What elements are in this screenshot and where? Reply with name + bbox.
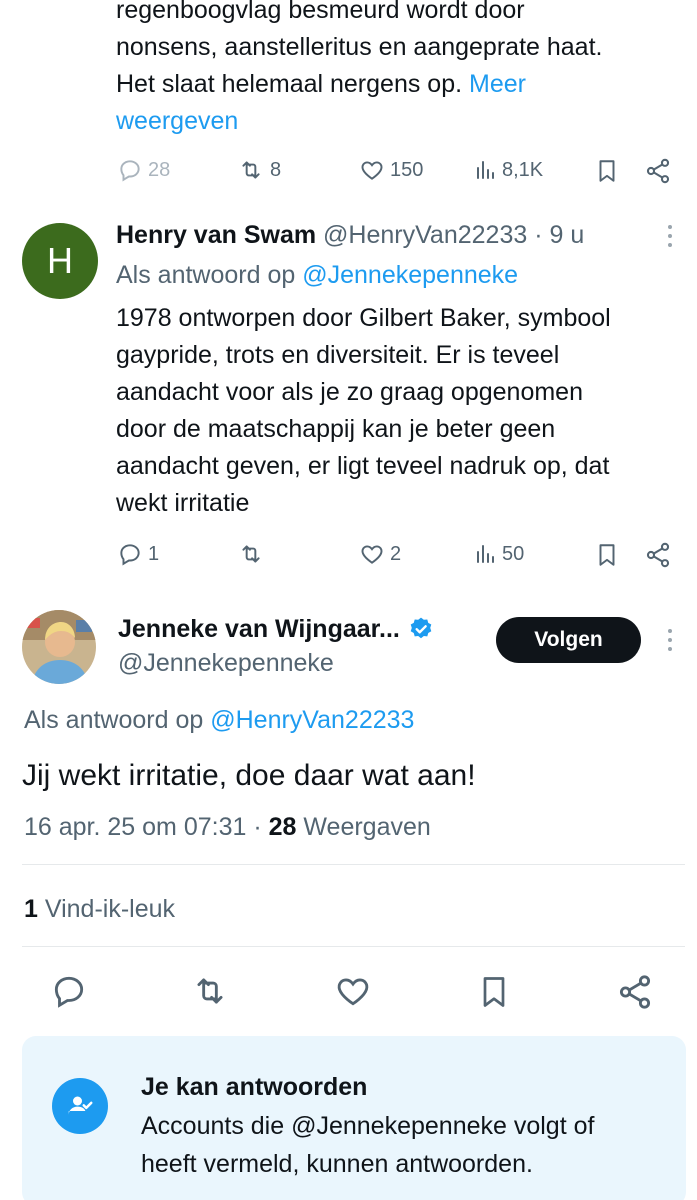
more-icon[interactable] bbox=[668, 225, 672, 247]
main-reply-to-handle[interactable]: @HenryVan22233 bbox=[210, 706, 414, 734]
main-reply-to-prefix: Als antwoord op bbox=[24, 706, 204, 734]
reply-like-action[interactable]: 2 bbox=[358, 541, 401, 567]
main-views-label: Weergaven bbox=[303, 813, 431, 841]
prev-bookmark-action[interactable] bbox=[594, 157, 620, 185]
show-more-link[interactable]: Meer bbox=[469, 70, 526, 98]
reply-header: Henry van Swam @HenryVan22233 · 9 u bbox=[116, 218, 584, 252]
share-icon bbox=[646, 542, 670, 568]
avatar-letter: H bbox=[47, 240, 73, 281]
notice-line-1: Accounts die @Jennekepenneke volgt of bbox=[141, 1112, 595, 1140]
views-icon bbox=[477, 161, 494, 179]
reply-text-line-3: aandacht voor als je zo graag opgenomen bbox=[116, 378, 583, 406]
divider-bottom bbox=[22, 946, 685, 947]
reply-to-prefix: Als antwoord op bbox=[116, 261, 296, 289]
notice-line-2: heeft vermeld, kunnen antwoorden. bbox=[141, 1150, 533, 1178]
reply-retweet-action[interactable] bbox=[236, 541, 266, 567]
reply-views-count: 50 bbox=[502, 542, 525, 565]
avatar-photo bbox=[22, 610, 96, 684]
person-check-icon bbox=[52, 1078, 108, 1134]
main-retweet-action[interactable] bbox=[190, 972, 230, 1010]
reply-icon bbox=[120, 160, 140, 182]
heart-icon bbox=[337, 978, 369, 1006]
verified-badge-icon bbox=[410, 617, 432, 639]
main-like-count: 1 bbox=[24, 895, 38, 923]
prev-views-count: 8,1K bbox=[502, 158, 544, 181]
bookmark-icon bbox=[599, 544, 615, 566]
reply-share-action[interactable] bbox=[644, 541, 672, 569]
main-share-action[interactable] bbox=[616, 972, 654, 1012]
more-icon[interactable] bbox=[668, 629, 672, 651]
reply-reply-count: 1 bbox=[148, 542, 160, 565]
reply-text-line-1: 1978 ontworpen door Gilbert Baker, symbo… bbox=[116, 304, 611, 332]
prev-tweet-line-3-text: Het slaat helemaal nergens op. bbox=[116, 70, 463, 98]
prev-tweet-line-2: nonsens, aanstelleritus en aangeprate ha… bbox=[116, 33, 603, 61]
views-icon bbox=[477, 545, 494, 563]
share-icon bbox=[646, 158, 670, 184]
bookmark-icon bbox=[599, 160, 615, 182]
main-separator: · bbox=[253, 813, 262, 841]
main-bookmark-action[interactable] bbox=[476, 972, 512, 1012]
heart-icon bbox=[361, 161, 383, 180]
reply-bookmark-action[interactable] bbox=[594, 541, 620, 569]
retweet-icon bbox=[197, 978, 223, 1004]
prev-retweet-count: 8 bbox=[270, 158, 282, 181]
prev-tweet-line-3: Het slaat helemaal nergens op. Meer bbox=[116, 66, 526, 104]
reply-text-line-6: wekt irritatie bbox=[116, 489, 250, 517]
reply-reply-action[interactable]: 1 bbox=[116, 541, 159, 567]
prev-reply-action[interactable]: 28 bbox=[116, 157, 170, 183]
main-author-line: Jenneke van Wijngaar... bbox=[118, 612, 434, 646]
main-view-count: 28 bbox=[268, 813, 297, 841]
retweet-icon bbox=[242, 161, 260, 179]
main-likes-label: Vind-ik-leuk bbox=[44, 895, 176, 923]
reply-time[interactable]: 9 u bbox=[550, 221, 585, 249]
reply-icon bbox=[120, 544, 140, 566]
reply-text-line-5: aandacht geven, er ligt teveel nadruk op… bbox=[116, 452, 610, 480]
main-like-action[interactable] bbox=[334, 972, 372, 1010]
prev-share-action[interactable] bbox=[644, 157, 672, 185]
heart-icon bbox=[361, 545, 383, 564]
reply-author-name[interactable]: Henry van Swam bbox=[116, 221, 316, 249]
reply-icon bbox=[54, 976, 84, 1008]
main-tweet-text: Jij wekt irritatie, doe daar wat aan! bbox=[22, 759, 476, 792]
prev-retweet-action[interactable]: 8 bbox=[236, 157, 281, 183]
avatar-jenneke[interactable] bbox=[22, 610, 96, 684]
main-reply-to-line: Als antwoord op @HenryVan22233 bbox=[24, 703, 414, 737]
reply-text-line-2: gaypride, trots en diversiteit. Er is te… bbox=[116, 341, 560, 369]
bookmark-icon bbox=[483, 977, 505, 1007]
reply-author-handle[interactable]: @HenryVan22233 bbox=[323, 221, 527, 249]
follow-button[interactable]: Volgen bbox=[496, 617, 641, 663]
main-author-handle[interactable]: @Jennekepenneke bbox=[118, 646, 334, 680]
prev-like-action[interactable]: 150 bbox=[358, 157, 423, 183]
show-more-link-cont[interactable]: weergeven bbox=[116, 103, 238, 141]
reply-to-line: Als antwoord op @Jennekepenneke bbox=[116, 258, 518, 292]
reply-restriction-notice: Je kan antwoorden Accounts die @Jennekep… bbox=[22, 1036, 686, 1200]
divider-top bbox=[22, 864, 685, 865]
reply-views-action[interactable]: 50 bbox=[474, 541, 524, 567]
notice-title: Je kan antwoorden bbox=[141, 1073, 368, 1101]
reply-to-handle[interactable]: @Jennekepenneke bbox=[302, 261, 518, 289]
reply-like-count: 2 bbox=[390, 542, 402, 565]
reply-separator: · bbox=[534, 221, 543, 249]
prev-reply-count: 28 bbox=[148, 158, 171, 181]
avatar-henry[interactable]: H bbox=[22, 223, 98, 299]
like-count-line[interactable]: 1 Vind-ik-leuk bbox=[24, 892, 175, 926]
main-reply-action[interactable] bbox=[50, 972, 88, 1010]
prev-like-count: 150 bbox=[390, 158, 424, 181]
share-icon bbox=[619, 975, 651, 1009]
main-timestamp[interactable]: 16 apr. 25 om 07:31 bbox=[24, 813, 246, 841]
reply-text-line-4: door de maatschappij kan je beter geen bbox=[116, 415, 556, 443]
main-tweet-meta: 16 apr. 25 om 07:31 · 28 Weergaven bbox=[24, 810, 431, 844]
prev-tweet-line-1: regenboogvlag besmeurd wordt door bbox=[116, 0, 525, 24]
main-author-name[interactable]: Jenneke van Wijngaar... bbox=[118, 612, 400, 646]
retweet-icon bbox=[242, 545, 260, 563]
prev-views-action[interactable]: 8,1K bbox=[474, 157, 543, 183]
